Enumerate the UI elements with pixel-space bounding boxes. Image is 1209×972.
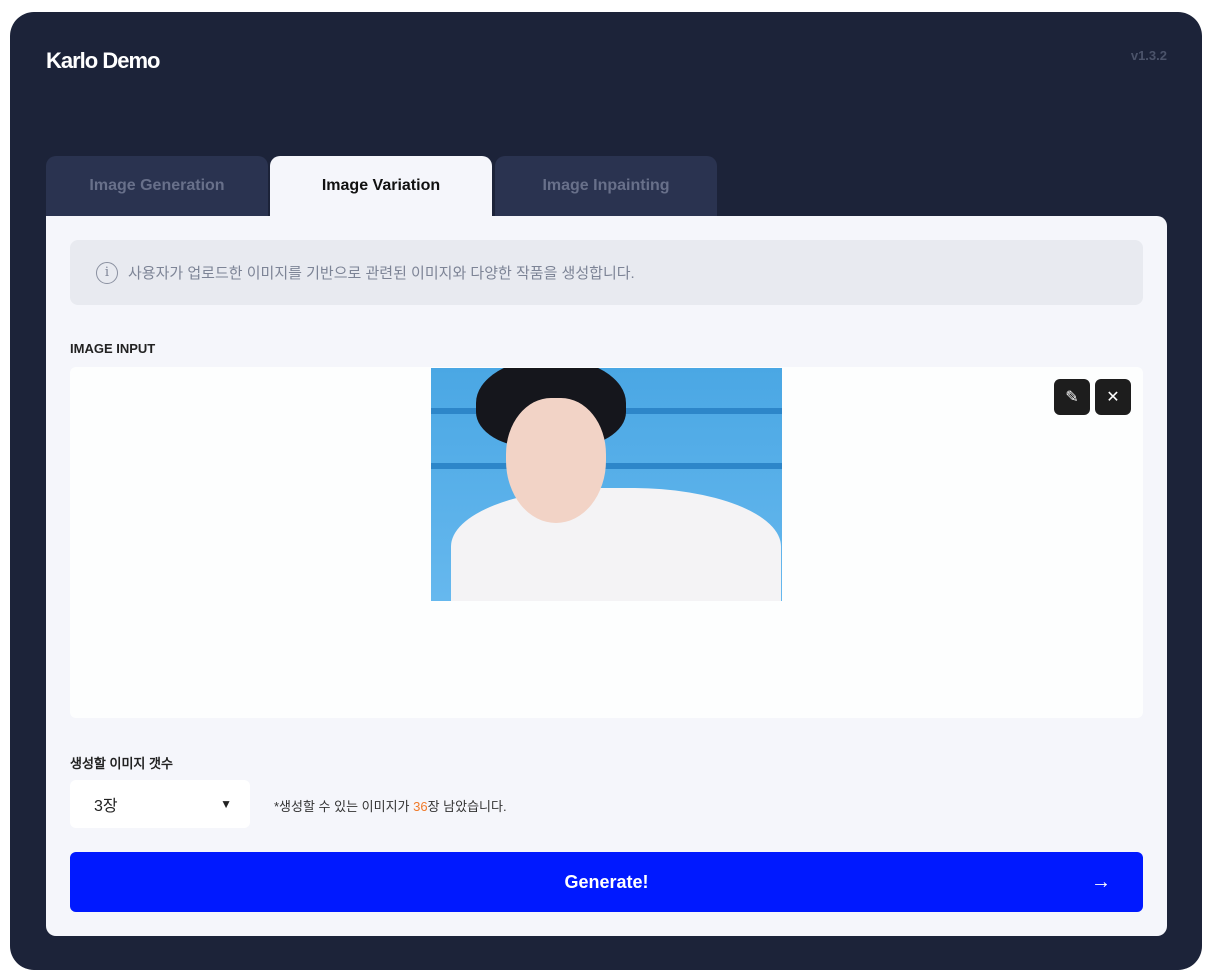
content-panel: i 사용자가 업로드한 이미지를 기반으로 관련된 이미지와 다양한 작품을 생… xyxy=(46,216,1167,936)
remove-image-button[interactable]: ✕ xyxy=(1095,379,1131,415)
image-count-select[interactable]: 3장 ▼ xyxy=(70,780,250,828)
info-icon: i xyxy=(96,261,118,284)
app-logo: Karlo Demo xyxy=(46,48,160,73)
generate-button[interactable]: Generate! → xyxy=(70,852,1143,912)
note-suffix: 장 남았습니다. xyxy=(427,799,507,814)
edit-image-button[interactable]: ✎ xyxy=(1054,379,1090,415)
uploaded-image xyxy=(431,368,782,601)
caret-down-icon: ▼ xyxy=(220,797,232,811)
tab-image-inpainting[interactable]: Image Inpainting xyxy=(495,156,717,216)
version-label: v1.3.2 xyxy=(1130,48,1167,63)
image-input-label: IMAGE INPUT xyxy=(70,341,156,356)
image-count-value: 3장 xyxy=(94,798,118,815)
generate-label: Generate! xyxy=(564,871,649,892)
arrow-right-icon: → xyxy=(1091,870,1111,893)
remaining-note: *생성할 수 있는 이미지가 36장 남았습니다. xyxy=(274,796,507,815)
info-text: 사용자가 업로드한 이미지를 기반으로 관련된 이미지와 다양한 작품을 생성합… xyxy=(128,265,635,282)
pencil-icon: ✎ xyxy=(1065,389,1079,406)
image-count-label: 생성할 이미지 갯수 xyxy=(70,756,173,771)
remaining-count: 36 xyxy=(413,799,428,814)
note-prefix: *생성할 수 있는 이미지가 xyxy=(274,799,414,814)
tab-image-generation[interactable]: Image Generation xyxy=(46,156,268,216)
tab-image-variation[interactable]: Image Variation xyxy=(270,156,492,216)
close-icon: ✕ xyxy=(1106,389,1120,406)
info-banner: i 사용자가 업로드한 이미지를 기반으로 관련된 이미지와 다양한 작품을 생… xyxy=(70,240,1143,305)
image-input-area[interactable]: ✎ ✕ xyxy=(70,367,1143,718)
